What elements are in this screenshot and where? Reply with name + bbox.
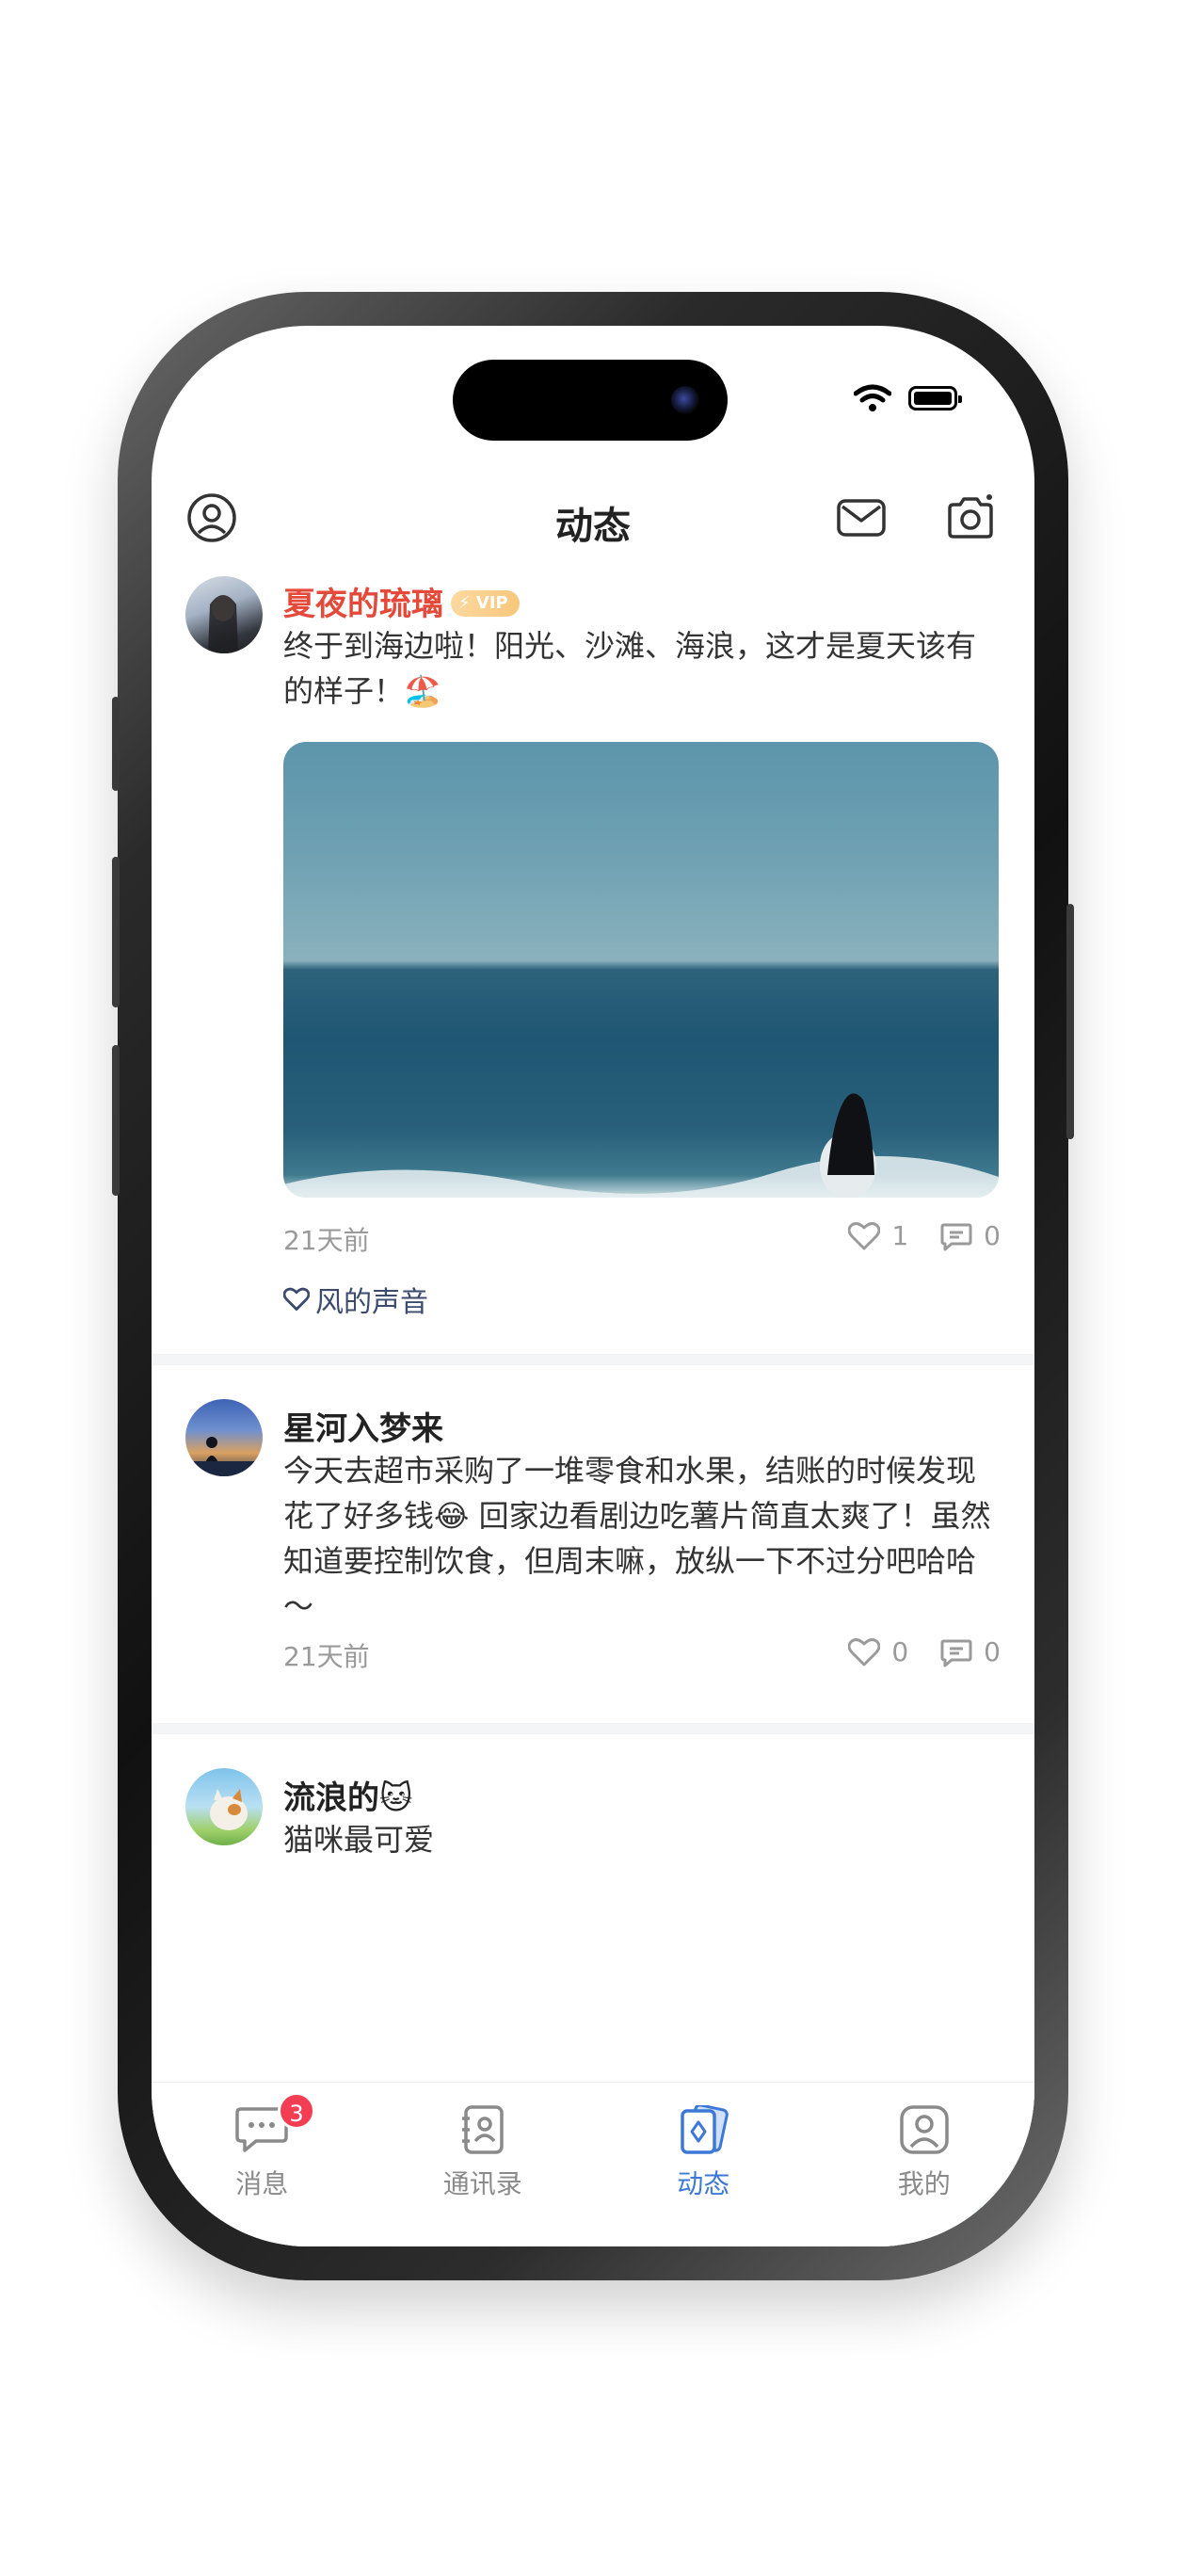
post-content: 猫咪最可爱 <box>283 1822 435 1858</box>
avatar[interactable] <box>185 576 263 653</box>
phone-frame: 动态 夏夜的琉璃 ⚡ VIP 终于到海边啦！阳光、沙滩、海浪，这才是夏天该有的样子… <box>112 292 1074 2280</box>
heart-icon <box>848 1221 881 1249</box>
liked-by[interactable]: 风的声音 <box>283 1279 428 1320</box>
tab-contacts[interactable]: 通讯录 <box>373 2083 594 2246</box>
battery-icon <box>908 386 962 411</box>
post-stats: 0 0 <box>816 1636 1001 1667</box>
heart-icon <box>848 1637 881 1666</box>
post-time: 21天前 <box>283 1641 370 1672</box>
like-button[interactable]: 1 <box>848 1220 908 1251</box>
comment-button[interactable]: 0 <box>940 1220 1001 1251</box>
author-name[interactable]: 流浪的🐱 <box>283 1772 412 1818</box>
wifi-icon <box>854 384 891 411</box>
author-name[interactable]: 夏夜的琉璃 <box>283 586 443 623</box>
divider <box>152 1354 1034 1365</box>
user-profile-icon <box>900 2105 949 2154</box>
contacts-book-icon <box>461 2105 504 2154</box>
tab-messages[interactable]: 3 消息 <box>152 2083 373 2246</box>
status-bar <box>854 384 962 412</box>
volume-down-button <box>112 1045 120 1196</box>
comment-count: 0 <box>984 1220 1001 1251</box>
author-name[interactable]: 星河入梦来 <box>283 1403 443 1449</box>
tab-label: 消息 <box>235 2168 289 2199</box>
comment-icon <box>940 1639 972 1666</box>
avatar[interactable] <box>185 1399 263 1476</box>
post-time: 21天前 <box>283 1225 370 1256</box>
comment-icon <box>940 1223 972 1250</box>
tab-bar: 3 消息 通讯录 动态 我的 <box>152 2082 1034 2246</box>
like-button[interactable]: 0 <box>848 1636 908 1667</box>
liker-name[interactable]: 风的声音 <box>315 1279 428 1320</box>
moments-cards-icon <box>681 2103 729 2154</box>
like-count: 1 <box>891 1220 909 1251</box>
vip-badge: ⚡ VIP <box>451 589 520 617</box>
comment-count: 0 <box>984 1636 1001 1667</box>
post-stats: 1 0 <box>816 1220 1001 1251</box>
tab-label: 我的 <box>897 2168 951 2199</box>
tab-label: 通讯录 <box>442 2168 522 2199</box>
like-count: 0 <box>891 1636 909 1667</box>
post-author[interactable]: 夏夜的琉璃 ⚡ VIP <box>283 578 520 624</box>
tab-label: 动态 <box>677 2168 730 2199</box>
screen: 动态 夏夜的琉璃 ⚡ VIP 终于到海边啦！阳光、沙滩、海浪，这才是夏天该有的样子… <box>152 326 1034 2246</box>
tab-me[interactable]: 我的 <box>814 2083 1035 2246</box>
volume-up-button <box>112 857 120 1007</box>
mail-icon[interactable] <box>835 491 888 544</box>
page-title: 动态 <box>555 505 631 548</box>
unread-badge: 3 <box>278 2092 315 2130</box>
heart-icon <box>283 1287 310 1311</box>
post-content: 终于到海边啦！阳光、沙滩、海浪，这才是夏天该有的样子！🏖️ <box>283 628 977 709</box>
divider <box>152 1723 1034 1734</box>
post-image[interactable] <box>283 742 999 1198</box>
comment-button[interactable]: 0 <box>940 1636 1001 1667</box>
post-content: 今天去超市采购了一堆零食和水果，结账的时候发现花了好多钱😂 回家边看剧边吃薯片简… <box>283 1453 991 1624</box>
tab-moments[interactable]: 动态 <box>593 2083 814 2246</box>
action-button <box>112 697 120 791</box>
dynamic-island <box>453 360 728 441</box>
avatar[interactable] <box>185 1768 263 1845</box>
camera-post-icon[interactable] <box>944 491 997 544</box>
power-button <box>1066 904 1074 1139</box>
